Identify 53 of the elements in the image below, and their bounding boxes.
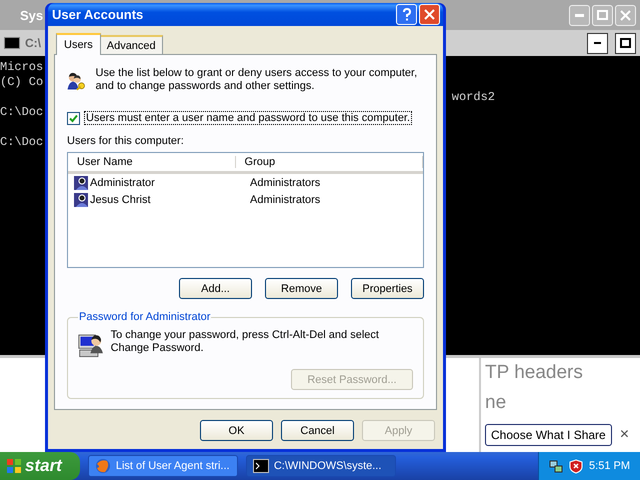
user-icon [73,192,89,208]
intro-text: Use the list below to grant or deny users access to your computer, and to change passwords and other settings. [96,66,418,93]
column-header[interactable]: User Name [68,156,236,168]
user-icon [73,174,89,190]
start-button[interactable]: start [0,452,80,480]
console-line: words2 [452,90,495,106]
column-header[interactable]: Group [236,156,423,168]
list-button[interactable]: Properties [351,278,424,299]
minimize-button[interactable] [587,32,608,54]
console-line: C:\Doc [0,135,44,150]
console-line: Micros [0,60,44,75]
user-name-cell[interactable]: Administrator [90,176,250,188]
taskbar-button[interactable]: C:\WINDOWS\syste... [246,455,396,477]
checkbox[interactable] [67,112,80,124]
console-line: C:\Doc [0,105,44,120]
dialog-button[interactable]: Cancel [281,420,354,441]
question-mark-icon [402,8,412,21]
network-icon[interactable] [549,459,564,473]
minimize-icon [575,14,584,16]
windows-flag-icon [6,458,22,474]
list-button[interactable]: Add... [179,278,252,299]
help-button[interactable] [396,4,417,25]
checkbox-label[interactable]: Users must enter a user name and password to use this computer. [84,111,412,125]
command-prompt-icon [4,37,20,49]
group-title: Password for Administrator [78,311,212,323]
dialog-button[interactable]: OK [200,420,273,441]
maximize-icon [620,38,631,48]
tab[interactable]: Advanced [100,35,163,54]
shield-alert-icon[interactable] [569,458,584,474]
group-cell: Administrators [250,176,320,188]
password-help-text: To change your password, press Ctrl-Alt-Del and select Change Password. [110,329,380,355]
page-heading-text: ne [485,391,506,415]
tab[interactable]: Users [56,33,101,55]
maximize-icon [597,10,608,20]
close-button[interactable]: × [620,420,630,450]
close-icon [620,10,631,20]
group-cell: Administrators [250,194,320,206]
list-button[interactable]: Remove [265,278,338,299]
page-heading-text: TP headers [485,361,583,385]
window-title: User Accounts [52,7,144,22]
minimize-icon [594,42,601,44]
window-title: Sys [19,8,44,22]
user-name-cell[interactable]: Jesus Christ [90,194,250,206]
close-icon [424,9,435,20]
clock: 5:51 PM [589,460,630,472]
console-line: (C) Co [0,75,44,90]
share-button[interactable]: Choose What I Share [485,424,612,446]
maximize-button[interactable] [615,32,636,54]
command-prompt-icon [252,459,269,473]
taskbar-button[interactable]: List of User Agent stri... [88,455,238,477]
list-label: Users for this computer: [67,135,185,147]
globe-icon [94,458,111,474]
window-title: C:\ [25,36,41,50]
